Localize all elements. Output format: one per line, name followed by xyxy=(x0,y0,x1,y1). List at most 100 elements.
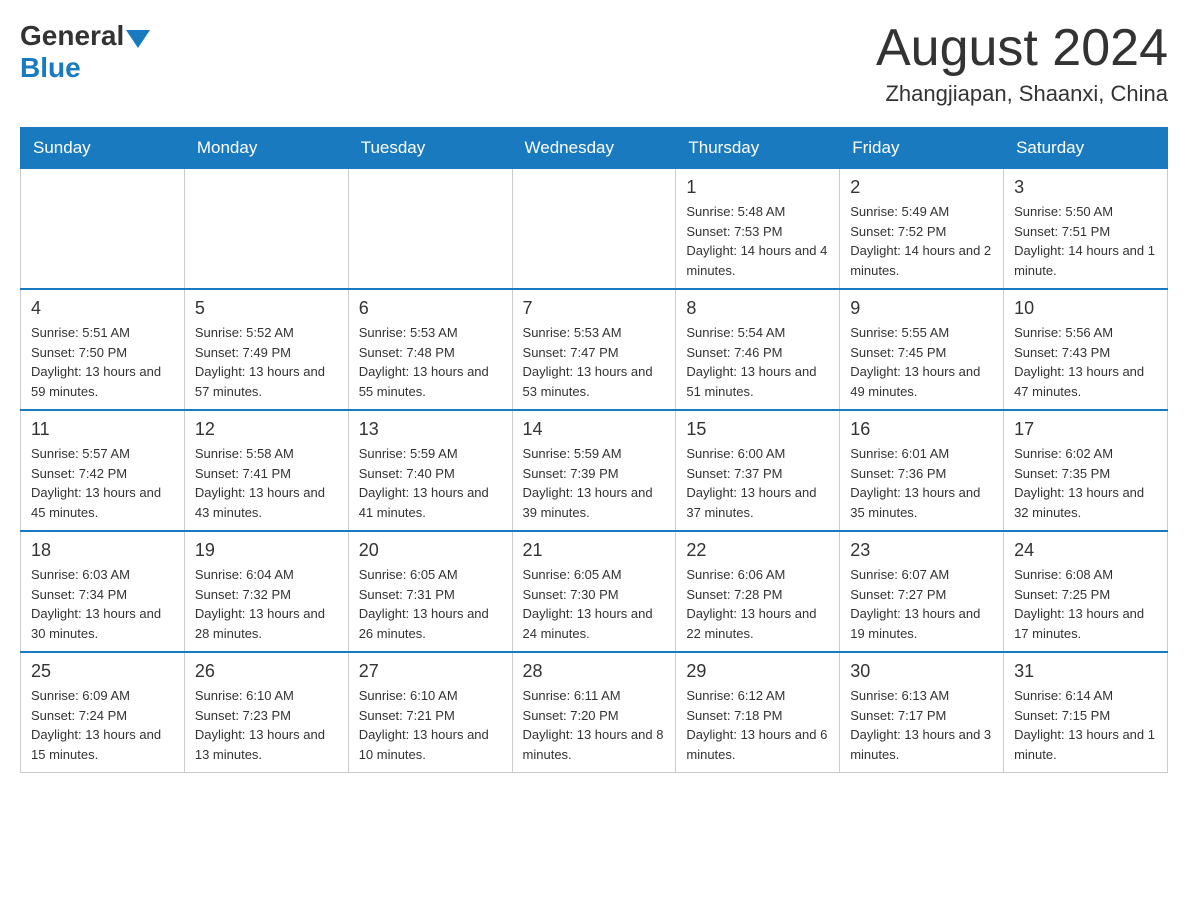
day-info: Sunrise: 6:04 AMSunset: 7:32 PMDaylight:… xyxy=(195,565,338,643)
day-number: 22 xyxy=(686,540,829,561)
calendar-cell: 30 Sunrise: 6:13 AMSunset: 7:17 PMDayligh… xyxy=(840,652,1004,773)
calendar-cell: 23 Sunrise: 6:07 AMSunset: 7:27 PMDayligh… xyxy=(840,531,1004,652)
day-info: Sunrise: 6:09 AMSunset: 7:24 PMDaylight:… xyxy=(31,686,174,764)
day-number: 23 xyxy=(850,540,993,561)
day-info: Sunrise: 6:14 AMSunset: 7:15 PMDaylight:… xyxy=(1014,686,1157,764)
calendar-cell: 2 Sunrise: 5:49 AMSunset: 7:52 PMDaylight… xyxy=(840,169,1004,290)
calendar-cell: 20 Sunrise: 6:05 AMSunset: 7:31 PMDayligh… xyxy=(348,531,512,652)
calendar-cell: 11Sunrise: 5:57 AMSunset: 7:42 PMDayligh… xyxy=(21,410,185,531)
day-info: Sunrise: 6:05 AMSunset: 7:30 PMDaylight:… xyxy=(523,565,666,643)
day-number: 15 xyxy=(686,419,829,440)
day-number: 1 xyxy=(686,177,829,198)
day-info: Sunrise: 6:05 AMSunset: 7:31 PMDaylight:… xyxy=(359,565,502,643)
day-number: 16 xyxy=(850,419,993,440)
calendar-cell: 27 Sunrise: 6:10 AMSunset: 7:21 PMDayligh… xyxy=(348,652,512,773)
logo-blue-text: Blue xyxy=(20,52,81,83)
day-info: Sunrise: 5:59 AMSunset: 7:39 PMDaylight:… xyxy=(523,444,666,522)
calendar-cell: 3 Sunrise: 5:50 AMSunset: 7:51 PMDaylight… xyxy=(1004,169,1168,290)
day-number: 27 xyxy=(359,661,502,682)
day-number: 20 xyxy=(359,540,502,561)
day-number: 7 xyxy=(523,298,666,319)
calendar-week-row: 18Sunrise: 6:03 AMSunset: 7:34 PMDayligh… xyxy=(21,531,1168,652)
calendar-cell: 21 Sunrise: 6:05 AMSunset: 7:30 PMDayligh… xyxy=(512,531,676,652)
day-info: Sunrise: 5:54 AMSunset: 7:46 PMDaylight:… xyxy=(686,323,829,401)
day-info: Sunrise: 5:48 AMSunset: 7:53 PMDaylight:… xyxy=(686,202,829,280)
calendar-cell xyxy=(21,169,185,290)
day-info: Sunrise: 5:50 AMSunset: 7:51 PMDaylight:… xyxy=(1014,202,1157,280)
day-info: Sunrise: 6:12 AMSunset: 7:18 PMDaylight:… xyxy=(686,686,829,764)
calendar-cell: 16 Sunrise: 6:01 AMSunset: 7:36 PMDayligh… xyxy=(840,410,1004,531)
calendar-cell: 19 Sunrise: 6:04 AMSunset: 7:32 PMDayligh… xyxy=(184,531,348,652)
day-number: 3 xyxy=(1014,177,1157,198)
calendar-header-row: SundayMondayTuesdayWednesdayThursdayFrid… xyxy=(21,128,1168,169)
day-number: 29 xyxy=(686,661,829,682)
day-number: 28 xyxy=(523,661,666,682)
calendar-cell: 6Sunrise: 5:53 AMSunset: 7:48 PMDaylight… xyxy=(348,289,512,410)
day-info: Sunrise: 6:03 AMSunset: 7:34 PMDaylight:… xyxy=(31,565,174,643)
calendar-cell: 14 Sunrise: 5:59 AMSunset: 7:39 PMDayligh… xyxy=(512,410,676,531)
day-info: Sunrise: 6:10 AMSunset: 7:23 PMDaylight:… xyxy=(195,686,338,764)
day-number: 8 xyxy=(686,298,829,319)
day-number: 10 xyxy=(1014,298,1157,319)
day-info: Sunrise: 6:13 AMSunset: 7:17 PMDaylight:… xyxy=(850,686,993,764)
day-info: Sunrise: 5:55 AMSunset: 7:45 PMDaylight:… xyxy=(850,323,993,401)
day-info: Sunrise: 5:59 AMSunset: 7:40 PMDaylight:… xyxy=(359,444,502,522)
calendar-cell: 5 Sunrise: 5:52 AMSunset: 7:49 PMDaylight… xyxy=(184,289,348,410)
day-number: 2 xyxy=(850,177,993,198)
day-info: Sunrise: 6:07 AMSunset: 7:27 PMDaylight:… xyxy=(850,565,993,643)
day-number: 19 xyxy=(195,540,338,561)
calendar-cell: 13 Sunrise: 5:59 AMSunset: 7:40 PMDayligh… xyxy=(348,410,512,531)
day-info: Sunrise: 6:10 AMSunset: 7:21 PMDaylight:… xyxy=(359,686,502,764)
day-info: Sunrise: 6:01 AMSunset: 7:36 PMDaylight:… xyxy=(850,444,993,522)
day-info: Sunrise: 5:53 AMSunset: 7:47 PMDaylight:… xyxy=(523,323,666,401)
calendar-header-wednesday: Wednesday xyxy=(512,128,676,169)
location-title: Zhangjiapan, Shaanxi, China xyxy=(876,81,1168,107)
calendar-cell: 15 Sunrise: 6:00 AMSunset: 7:37 PMDayligh… xyxy=(676,410,840,531)
day-info: Sunrise: 6:08 AMSunset: 7:25 PMDaylight:… xyxy=(1014,565,1157,643)
day-info: Sunrise: 5:51 AMSunset: 7:50 PMDaylight:… xyxy=(31,323,174,401)
day-info: Sunrise: 5:52 AMSunset: 7:49 PMDaylight:… xyxy=(195,323,338,401)
day-info: Sunrise: 5:57 AMSunset: 7:42 PMDaylight:… xyxy=(31,444,174,522)
calendar-header-tuesday: Tuesday xyxy=(348,128,512,169)
day-number: 9 xyxy=(850,298,993,319)
day-number: 14 xyxy=(523,419,666,440)
calendar-cell: 29 Sunrise: 6:12 AMSunset: 7:18 PMDayligh… xyxy=(676,652,840,773)
page-header: General Blue August 2024 Zhangjiapan, Sh… xyxy=(20,20,1168,107)
title-section: August 2024 Zhangjiapan, Shaanxi, China xyxy=(876,20,1168,107)
calendar-week-row: 11Sunrise: 5:57 AMSunset: 7:42 PMDayligh… xyxy=(21,410,1168,531)
day-info: Sunrise: 5:49 AMSunset: 7:52 PMDaylight:… xyxy=(850,202,993,280)
calendar-cell: 25Sunrise: 6:09 AMSunset: 7:24 PMDayligh… xyxy=(21,652,185,773)
day-number: 13 xyxy=(359,419,502,440)
calendar-cell: 1 Sunrise: 5:48 AMSunset: 7:53 PMDaylight… xyxy=(676,169,840,290)
calendar-cell: 9 Sunrise: 5:55 AMSunset: 7:45 PMDaylight… xyxy=(840,289,1004,410)
day-info: Sunrise: 6:00 AMSunset: 7:37 PMDaylight:… xyxy=(686,444,829,522)
calendar-cell xyxy=(512,169,676,290)
calendar-header-friday: Friday xyxy=(840,128,1004,169)
day-number: 21 xyxy=(523,540,666,561)
calendar-cell: 31 Sunrise: 6:14 AMSunset: 7:15 PMDayligh… xyxy=(1004,652,1168,773)
calendar-cell xyxy=(348,169,512,290)
day-number: 17 xyxy=(1014,419,1157,440)
calendar-cell: 24 Sunrise: 6:08 AMSunset: 7:25 PMDayligh… xyxy=(1004,531,1168,652)
calendar-cell: 17 Sunrise: 6:02 AMSunset: 7:35 PMDayligh… xyxy=(1004,410,1168,531)
calendar-cell: 26 Sunrise: 6:10 AMSunset: 7:23 PMDayligh… xyxy=(184,652,348,773)
calendar-cell: 12Sunrise: 5:58 AMSunset: 7:41 PMDayligh… xyxy=(184,410,348,531)
day-number: 30 xyxy=(850,661,993,682)
calendar-week-row: 4 Sunrise: 5:51 AMSunset: 7:50 PMDaylight… xyxy=(21,289,1168,410)
day-number: 24 xyxy=(1014,540,1157,561)
calendar-header-thursday: Thursday xyxy=(676,128,840,169)
calendar-cell: 4 Sunrise: 5:51 AMSunset: 7:50 PMDaylight… xyxy=(21,289,185,410)
calendar-cell xyxy=(184,169,348,290)
calendar-cell: 10Sunrise: 5:56 AMSunset: 7:43 PMDayligh… xyxy=(1004,289,1168,410)
month-year-title: August 2024 xyxy=(876,20,1168,77)
day-number: 5 xyxy=(195,298,338,319)
day-info: Sunrise: 6:06 AMSunset: 7:28 PMDaylight:… xyxy=(686,565,829,643)
calendar-cell: 8 Sunrise: 5:54 AMSunset: 7:46 PMDaylight… xyxy=(676,289,840,410)
day-number: 31 xyxy=(1014,661,1157,682)
day-number: 26 xyxy=(195,661,338,682)
calendar-week-row: 1 Sunrise: 5:48 AMSunset: 7:53 PMDaylight… xyxy=(21,169,1168,290)
day-info: Sunrise: 6:11 AMSunset: 7:20 PMDaylight:… xyxy=(523,686,666,764)
day-info: Sunrise: 6:02 AMSunset: 7:35 PMDaylight:… xyxy=(1014,444,1157,522)
calendar-cell: 22 Sunrise: 6:06 AMSunset: 7:28 PMDayligh… xyxy=(676,531,840,652)
day-number: 4 xyxy=(31,298,174,319)
